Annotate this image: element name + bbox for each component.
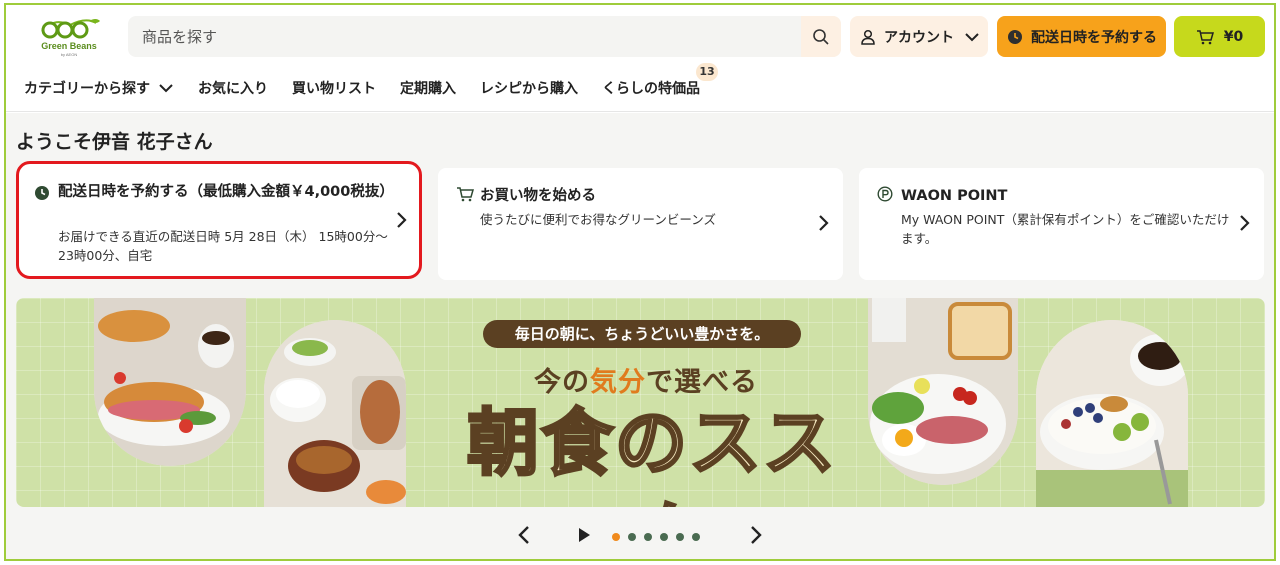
- reserve-label: 配送日時を予約する: [1031, 29, 1157, 46]
- search-icon: [813, 28, 829, 45]
- reserve-delivery-button[interactable]: 配送日時を予約する: [997, 16, 1166, 57]
- search-button[interactable]: [801, 16, 841, 57]
- cart-button[interactable]: ¥0: [1174, 16, 1265, 57]
- nav-item-favorites[interactable]: お気に入り: [198, 78, 268, 98]
- header: Green Beans by AEON アカウント: [6, 5, 1274, 112]
- cart-total: ¥0: [1223, 28, 1244, 45]
- carousel-prev-icon[interactable]: [517, 525, 531, 545]
- nav-item-label: くらしの特価品: [602, 81, 700, 97]
- page-frame: Green Beans by AEON アカウント: [4, 3, 1276, 561]
- account-label: アカウント: [884, 29, 954, 46]
- carousel-next-icon[interactable]: [749, 525, 763, 545]
- nav-item-category[interactable]: カテゴリーから探す: [24, 78, 174, 98]
- banner-headline: 朝食のススメ: [465, 400, 837, 508]
- japanese-breakfast-photo: [264, 320, 406, 507]
- bean-logo-icon: [41, 19, 100, 39]
- croissant-sandwich-photo: [94, 298, 246, 466]
- chevron-right-icon: [819, 215, 829, 231]
- welcome-heading: ようこそ伊音 花子さん: [16, 131, 213, 153]
- card-description: 使うたびに便利でお得なグリーンビーンズ: [480, 212, 717, 227]
- green-beans-logo[interactable]: Green Beans by AEON: [34, 15, 104, 59]
- nav-item-shopping-list[interactable]: 買い物リスト: [292, 78, 376, 98]
- logo-text: Green Beans: [41, 41, 97, 51]
- main-content: ようこそ伊音 花子さん 配送日時を予約する（最低購入金額￥4,000税抜） お届…: [6, 113, 1274, 559]
- nav-item-label: レシピから購入: [480, 81, 578, 97]
- breakfast-banner[interactable]: 毎日の朝に、ちょうどいい豊かさを。 今の気分で選べる 朝食のススメ: [16, 298, 1265, 507]
- card-title: 配送日時を予約する（最低購入金額￥4,000税抜）: [58, 184, 394, 200]
- card-title: お買い物を始める: [480, 188, 596, 204]
- sub-pre: 今の: [534, 367, 590, 398]
- carousel-dot[interactable]: [692, 533, 700, 541]
- nav-item-recipes[interactable]: レシピから購入: [480, 78, 578, 98]
- account-button[interactable]: アカウント: [850, 16, 988, 57]
- chevron-right-icon: [1240, 215, 1250, 231]
- carousel-controls: [6, 525, 1274, 549]
- chevron-right-icon: [397, 212, 407, 228]
- cart-icon: [457, 187, 474, 202]
- carousel-play-icon[interactable]: [577, 527, 591, 543]
- cart-icon: [1196, 29, 1214, 44]
- nav-item-label: カテゴリーから探す: [24, 81, 150, 97]
- user-icon: [861, 29, 875, 45]
- chevron-down-icon: [965, 32, 979, 41]
- clock-icon: [35, 186, 49, 200]
- start-shopping-card[interactable]: お買い物を始める 使うたびに便利でお得なグリーンビーンズ: [438, 168, 843, 280]
- ham-and-egg-photo: [868, 298, 1018, 485]
- banner-tagline: 毎日の朝に、ちょうどいい豊かさを。: [483, 320, 801, 348]
- sub-highlight: 気分: [590, 367, 646, 398]
- card-description: My WAON POINT（累計保有ポイント）をご確認いただけます。: [901, 212, 1230, 246]
- banner-subheading: 今の気分で選べる: [496, 360, 796, 399]
- nav-item-label: お気に入り: [198, 81, 268, 97]
- nav-item-subscription[interactable]: 定期購入: [400, 78, 456, 98]
- carousel-dot[interactable]: [660, 533, 668, 541]
- search-bar: [128, 16, 841, 57]
- carousel-dot[interactable]: [612, 533, 620, 541]
- card-description: お届けできる直近の配送日時 5月 28日（木） 15時00分～23時00分、自宅: [58, 229, 388, 263]
- main-nav: カテゴリーから探す お気に入り 買い物リスト 定期購入 レシピから購入 くらしの…: [24, 63, 724, 103]
- reserve-delivery-card[interactable]: 配送日時を予約する（最低購入金額￥4,000税抜） お届けできる直近の配送日時 …: [16, 161, 422, 279]
- search-input[interactable]: [142, 16, 782, 57]
- card-title: WAON POINT: [901, 188, 1008, 204]
- nav-item-specials[interactable]: くらしの特価品 13: [602, 63, 718, 98]
- yogurt-bowl-photo: [1036, 320, 1188, 507]
- specials-count-badge: 13: [696, 63, 718, 81]
- nav-item-label: 定期購入: [400, 81, 456, 97]
- carousel-dot[interactable]: [628, 533, 636, 541]
- sub-post: で選べる: [646, 367, 758, 398]
- carousel-dot[interactable]: [676, 533, 684, 541]
- chevron-down-icon: [159, 84, 173, 93]
- logo-sub-text: by AEON: [60, 52, 78, 57]
- waon-point-card[interactable]: WAON POINT My WAON POINT（累計保有ポイント）をご確認いた…: [859, 168, 1264, 280]
- nav-item-label: 買い物リスト: [292, 81, 376, 97]
- point-icon: [877, 186, 893, 202]
- clock-icon: [1008, 29, 1022, 44]
- carousel-dot[interactable]: [644, 533, 652, 541]
